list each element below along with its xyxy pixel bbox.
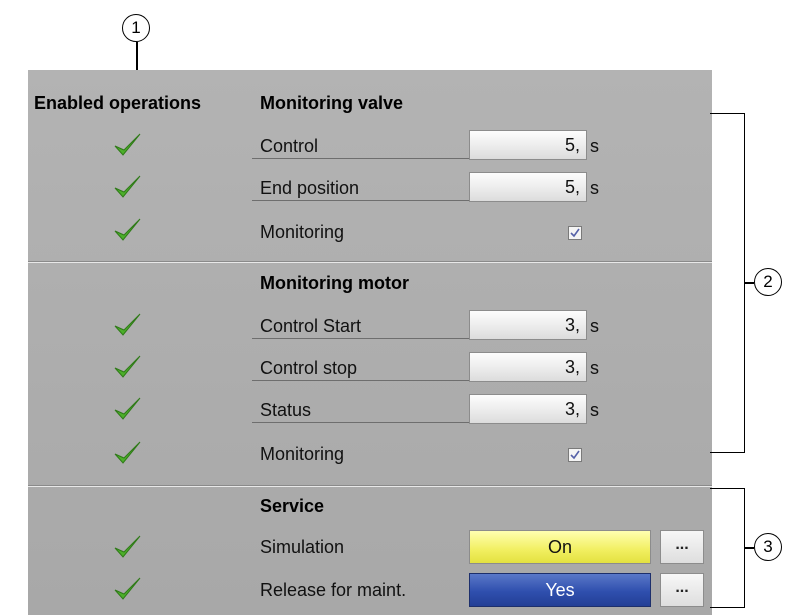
- release-maint-label: Release for maint.: [260, 580, 407, 600]
- control-label: Control: [260, 136, 319, 156]
- end-position-time-field[interactable]: 5,: [469, 172, 587, 202]
- control-stop-unit: s: [590, 358, 599, 378]
- control-stop-underline: [252, 380, 470, 381]
- status-underline: [252, 422, 470, 423]
- end-position-unit: s: [590, 178, 599, 198]
- motor-monitoring-checkbox[interactable]: [568, 448, 582, 462]
- checkmark-icon: [570, 228, 580, 238]
- service-header: Service: [260, 496, 325, 516]
- callout-2: 2: [754, 268, 782, 296]
- status-label: Status: [260, 400, 312, 420]
- control-underline: [252, 158, 470, 159]
- bracket-2: [710, 113, 745, 453]
- monitoring-motor-header: Monitoring motor: [260, 273, 409, 293]
- callout-2-leader: [744, 282, 754, 284]
- status-unit: s: [590, 400, 599, 420]
- release-maint-more-button[interactable]: ...: [660, 573, 704, 607]
- enabled-check-icon: [114, 535, 141, 558]
- release-maint-yes-button[interactable]: Yes: [469, 573, 651, 607]
- status-time-field[interactable]: 3,: [469, 394, 587, 424]
- callout-1: 1: [122, 14, 150, 42]
- control-unit: s: [590, 136, 599, 156]
- enabled-check-icon: [114, 175, 141, 198]
- valve-monitoring-checkbox[interactable]: [568, 226, 582, 240]
- control-stop-time-field[interactable]: 3,: [469, 352, 587, 382]
- control-start-time-field[interactable]: 3,: [469, 310, 587, 340]
- motor-monitoring-label: Monitoring: [260, 444, 345, 464]
- enabled-check-icon: [114, 577, 141, 600]
- bracket-3: [710, 488, 745, 608]
- enabled-operations-header: Enabled operations: [34, 93, 202, 113]
- enabled-check-icon: [114, 313, 141, 336]
- control-start-underline: [252, 338, 470, 339]
- control-start-unit: s: [590, 316, 599, 336]
- enabled-check-icon: [114, 133, 141, 156]
- monitoring-valve-header: Monitoring valve: [260, 93, 404, 113]
- control-stop-label: Control stop: [260, 358, 358, 378]
- section-divider: [28, 261, 712, 263]
- simulation-label: Simulation: [260, 537, 345, 557]
- end-position-label: End position: [260, 178, 360, 198]
- simulation-more-button[interactable]: ...: [660, 530, 704, 564]
- callout-3: 3: [754, 533, 782, 561]
- enabled-check-icon: [114, 441, 141, 464]
- enabled-check-icon: [114, 355, 141, 378]
- end-position-underline: [252, 200, 470, 201]
- callout-3-leader: [744, 547, 754, 549]
- simulation-on-button[interactable]: On: [469, 530, 651, 564]
- checkmark-icon: [570, 450, 580, 460]
- valve-monitoring-label: Monitoring: [260, 222, 345, 242]
- control-start-label: Control Start: [260, 316, 362, 336]
- enabled-check-icon: [114, 397, 141, 420]
- control-time-field[interactable]: 5,: [469, 130, 587, 160]
- section-divider: [28, 485, 712, 487]
- enabled-check-icon: [114, 218, 141, 241]
